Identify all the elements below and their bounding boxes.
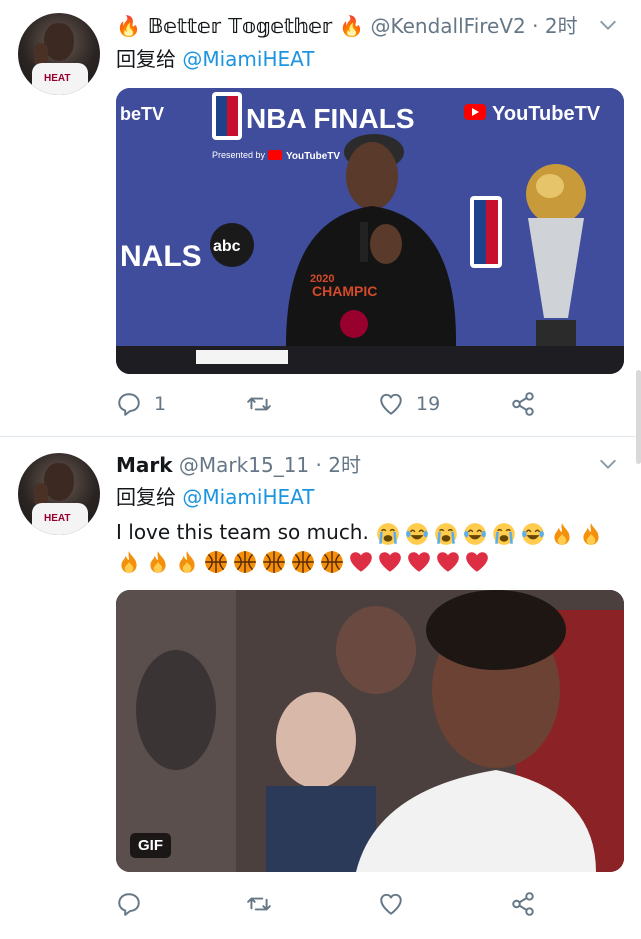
reply-prefix: 回复给 (116, 485, 176, 509)
user-handle[interactable]: @Mark15_11 (179, 453, 309, 477)
tweet-text: I love this team so much. (116, 517, 626, 547)
fire-emoji-icon (179, 551, 195, 573)
sob-emoji-icon (493, 522, 516, 545)
like-icon (380, 893, 402, 915)
share-button[interactable] (510, 389, 536, 419)
tweet-actions (116, 889, 624, 919)
press-conference-photo: beTV NALS NBA FINALS Presented by YouTub… (116, 88, 624, 374)
basketball-emoji-icon (263, 551, 285, 573)
tweet-header: Mark @Mark15_11 · 2时 (116, 452, 361, 478)
joy-emoji-icon (464, 522, 487, 545)
sob-emoji-icon (435, 522, 458, 545)
reply-icon (118, 893, 140, 916)
chevron-down-icon[interactable] (597, 14, 619, 36)
basketball-emoji-icon (321, 551, 343, 573)
tweet-image[interactable]: beTV NALS NBA FINALS Presented by YouTub… (116, 88, 624, 374)
reply-count: 1 (154, 393, 167, 415)
avatar[interactable]: HEAT (18, 453, 100, 535)
shirt-year-text: 2020 (310, 273, 334, 285)
tv-left-text: beTV (120, 104, 164, 124)
finals-text: NBA FINALS (246, 103, 415, 134)
retweet-button[interactable] (246, 889, 284, 919)
reply-prefix: 回复给 (116, 47, 176, 71)
abc-logo: abc (213, 238, 241, 255)
joy-emoji-icon (522, 522, 545, 545)
fire-emoji-icon (121, 551, 137, 573)
avatar[interactable]: HEAT (18, 13, 100, 95)
reply-icon (118, 393, 140, 416)
youtubetv-small: YouTubeTV (286, 151, 340, 162)
chevron-down-icon[interactable] (597, 453, 619, 475)
retweet-button[interactable] (246, 389, 284, 419)
heart-emoji-icon (466, 552, 488, 572)
joy-emoji-icon (406, 522, 429, 545)
like-button[interactable]: 19 (378, 389, 440, 419)
like-button[interactable] (378, 889, 416, 919)
nals-text: NALS (120, 240, 202, 273)
display-name[interactable]: 🔥 𝔹𝕖𝕥𝕥𝕖𝕣 𝕋𝕠𝕘𝕖𝕥𝕙𝕖𝕣 🔥 (116, 14, 364, 38)
timestamp[interactable]: · 2时 (316, 453, 361, 477)
tweet-text-body: I love this team so much. (116, 520, 369, 544)
user-handle[interactable]: @KendallFireV2 (371, 14, 526, 38)
gif-preview (116, 590, 624, 872)
reply-mention-link[interactable]: @MiamiHEAT (182, 485, 314, 509)
heart-emoji-icon (437, 552, 459, 572)
heart-emoji-icon (379, 552, 401, 572)
reply-context: 回复给 @MiamiHEAT (116, 484, 315, 510)
reply-button[interactable] (116, 889, 154, 919)
champions-shirt-text: CHAMPIC (312, 283, 377, 299)
basketball-emoji-icon (234, 551, 256, 573)
emoji-line-2 (116, 549, 493, 579)
like-count: 19 (416, 393, 441, 415)
basketball-emoji-icon (205, 551, 227, 573)
tweet-actions: 1 19 (116, 389, 624, 419)
basketball-emoji-icon (292, 551, 314, 573)
fire-emoji-icon (554, 522, 570, 545)
tweet-gif[interactable]: GIF (116, 590, 624, 872)
fire-emoji-icon (583, 522, 599, 545)
tweet-header: 🔥 𝔹𝕖𝕥𝕥𝕖𝕣 𝕋𝕠𝕘𝕖𝕥𝕙𝕖𝕣 🔥 @KendallFireV2 · 2时 (116, 13, 578, 39)
sob-emoji-icon (377, 522, 400, 545)
retweet-icon (247, 897, 271, 911)
heart-emoji-icon (350, 552, 372, 572)
emoji-line-1 (375, 520, 607, 545)
heart-emoji-icon (408, 552, 430, 572)
share-button[interactable] (510, 889, 536, 919)
display-name[interactable]: Mark (116, 453, 173, 477)
reply-mention-link[interactable]: @MiamiHEAT (182, 47, 314, 71)
reply-context: 回复给 @MiamiHEAT (116, 46, 315, 72)
tweet-kendallfirev2[interactable]: HEAT 🔥 𝔹𝕖𝕥𝕥𝕖𝕣 𝕋𝕠𝕘𝕖𝕥𝕙𝕖𝕣 🔥 @KendallFireV2 … (0, 0, 641, 436)
retweet-icon (247, 397, 271, 411)
timestamp[interactable]: · 2时 (532, 14, 577, 38)
gif-badge: GIF (130, 833, 171, 858)
youtubetv-logo: YouTubeTV (492, 103, 601, 125)
share-icon (512, 892, 534, 916)
fire-emoji-icon (150, 551, 166, 573)
presented-by-text: Presented by (212, 150, 266, 160)
like-icon (380, 393, 402, 415)
reply-button[interactable]: 1 (116, 389, 166, 419)
share-icon (512, 392, 534, 416)
